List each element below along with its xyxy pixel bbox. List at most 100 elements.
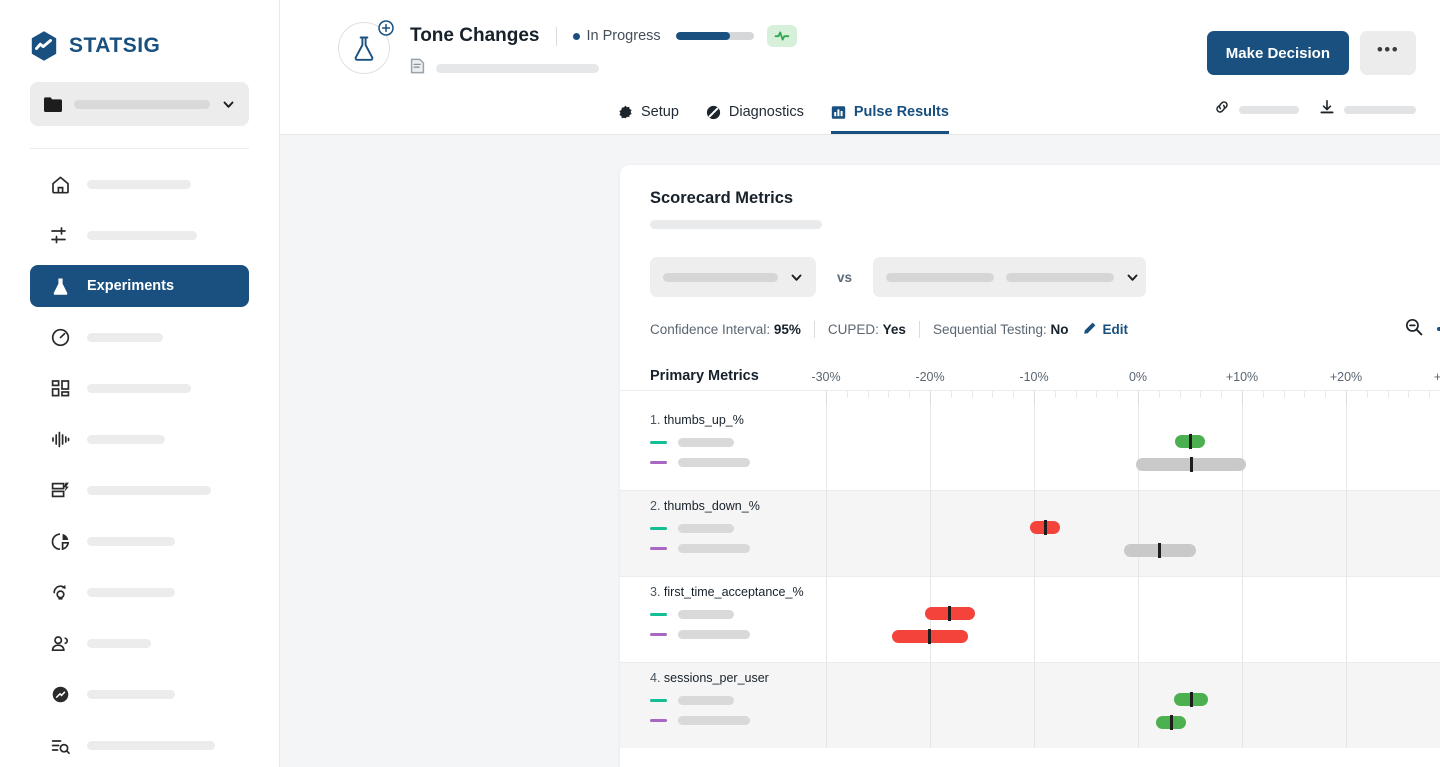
status-badge: In Progress — [586, 28, 661, 44]
sidebar-item-data-sources[interactable] — [30, 469, 249, 511]
sidebar-item-insights[interactable] — [30, 571, 249, 613]
metric-name[interactable]: 3. first_time_acceptance_% — [650, 585, 840, 599]
chart-gridline — [1034, 576, 1035, 662]
copy-link-action[interactable] — [1214, 99, 1299, 120]
flask-avatar-icon — [354, 36, 374, 61]
download-action[interactable] — [1319, 99, 1416, 120]
point-estimate-marker — [1169, 715, 1173, 730]
metric-legend-line — [650, 630, 840, 639]
statsig-hexagon-logo-icon — [28, 30, 60, 62]
sidebar-item-experiments[interactable]: Experiments — [30, 265, 249, 307]
axis-tick-label: 0% — [1128, 370, 1148, 384]
table-row[interactable]: 3. first_time_acceptance_%-18.1%± 2.42%-… — [620, 576, 1440, 662]
sidebar-item-label-placeholder — [87, 332, 163, 342]
sidebar-item-targeting[interactable] — [30, 673, 249, 715]
brand-name: STATSIG — [69, 34, 161, 57]
legend-color-dash — [650, 547, 667, 550]
topbar-secondary-actions — [1214, 99, 1416, 120]
metric-name-text: first_time_acceptance_% — [663, 585, 804, 599]
tab-diagnostics[interactable]: Diagnostics — [706, 104, 804, 134]
sidebar-item-home[interactable] — [30, 163, 249, 205]
sequential-testing-value: No — [1050, 322, 1069, 337]
confidence-interval-bar[interactable] — [924, 606, 975, 621]
confidence-interval-bar[interactable] — [1124, 543, 1196, 558]
confidence-interval-value: 95% — [773, 322, 801, 337]
vs-label: vs — [837, 269, 853, 285]
metric-legend-line — [650, 716, 840, 725]
table-row[interactable]: 4. sessions_per_user+5.1%± 1.67%+3.2%± 0… — [620, 662, 1440, 748]
metric-name-text: sessions_per_user — [663, 671, 769, 685]
experiment-description — [410, 58, 797, 79]
scorecard-metrics-card: Scorecard Metrics i vs — [620, 165, 1440, 767]
chart-gridline — [1242, 662, 1243, 748]
status-dot-icon — [572, 32, 580, 40]
confidence-interval-bar[interactable] — [1156, 715, 1187, 730]
pulse-activity-badge[interactable] — [766, 25, 797, 47]
users-icon — [50, 633, 71, 654]
metric-index: 3. — [650, 585, 661, 599]
zoom-out-icon[interactable] — [1404, 317, 1424, 340]
sidebar-item-dashboards[interactable] — [30, 367, 249, 409]
table-row[interactable]: 2. thumbs_down_%-8.9%± 1.21%+2.1%± 3.43% — [620, 490, 1440, 576]
metric-label-block: 3. first_time_acceptance_% — [650, 585, 840, 639]
chart-gridline — [1138, 404, 1139, 490]
test-group-dropdown[interactable] — [873, 257, 1147, 297]
settings-separator — [813, 321, 815, 338]
brand-logo[interactable]: STATSIG — [0, 0, 279, 62]
title-divider — [555, 26, 557, 46]
sidebar-item-label: Experiments — [87, 278, 175, 294]
chevron-down-icon — [222, 98, 235, 111]
legend-label-placeholder — [678, 458, 750, 467]
search-list-icon — [50, 735, 71, 756]
waveform-icon — [50, 429, 71, 450]
sidebar-item-metrics[interactable] — [30, 316, 249, 358]
confidence-interval-bar[interactable] — [1030, 520, 1061, 535]
experiment-topbar: Tone Changes In Progress Make Decision •… — [280, 0, 1440, 135]
project-selector[interactable] — [30, 82, 249, 126]
home-icon — [50, 174, 71, 195]
sliders-icon — [50, 225, 71, 246]
metric-name[interactable]: 1. thumbs_up_% — [650, 413, 840, 427]
sidebar-item-label-placeholder — [87, 179, 191, 189]
make-decision-button[interactable]: Make Decision — [1206, 31, 1349, 75]
sidebar-item-logs[interactable] — [30, 418, 249, 460]
sidebar-item-analytics[interactable] — [30, 520, 249, 562]
sidebar-item-label-placeholder — [87, 587, 175, 597]
edit-settings-button[interactable]: Edit — [1083, 321, 1128, 338]
chart-gridline — [1138, 490, 1139, 576]
axis-tick-label: -10% — [1019, 370, 1049, 384]
tab-setup[interactable]: Setup — [618, 104, 679, 134]
metric-legend-line — [650, 458, 840, 467]
pie-chart-icon — [50, 531, 71, 552]
chart-gridline — [930, 404, 931, 490]
copy-link-label-placeholder — [1239, 105, 1299, 114]
point-estimate-marker — [928, 629, 932, 644]
metric-label-block: 2. thumbs_down_% — [650, 499, 840, 553]
axis-tick-label: +20% — [1329, 370, 1363, 384]
confidence-interval-bar[interactable] — [1173, 692, 1209, 707]
legend-label-placeholder — [678, 696, 734, 705]
baseline-group-dropdown[interactable] — [650, 257, 816, 297]
sidebar-item-feature-gates[interactable] — [30, 214, 249, 256]
metric-name-text: thumbs_up_% — [663, 413, 744, 427]
tab-label: Diagnostics — [728, 104, 804, 120]
chart-gridline — [1138, 576, 1139, 662]
sidebar-item-label-placeholder — [87, 536, 175, 546]
more-options-button[interactable]: ••• — [1360, 31, 1416, 75]
main-content: Tone Changes In Progress Make Decision •… — [280, 0, 1440, 767]
confidence-interval-bar[interactable] — [1135, 457, 1247, 472]
legend-color-dash — [650, 633, 667, 636]
sidebar-item-users[interactable] — [30, 622, 249, 664]
confidence-interval-bar[interactable] — [1175, 434, 1205, 449]
sidebar-nav: Experiments — [0, 149, 279, 766]
confidence-interval-bar[interactable] — [891, 629, 969, 644]
experiment-avatar — [338, 20, 394, 74]
metric-name[interactable]: 2. thumbs_down_% — [650, 499, 840, 513]
diagnostics-icon — [706, 105, 721, 120]
sidebar-item-search-logs[interactable] — [30, 724, 249, 766]
tab-label: Setup — [641, 104, 679, 120]
settings-separator — [918, 321, 920, 338]
tab-pulse-results[interactable]: Pulse Results — [830, 104, 949, 134]
metric-name[interactable]: 4. sessions_per_user — [650, 671, 840, 685]
table-row[interactable]: 1. thumbs_up_%+5.0%± 0.21%+5.1%± 5.33% — [620, 404, 1440, 490]
